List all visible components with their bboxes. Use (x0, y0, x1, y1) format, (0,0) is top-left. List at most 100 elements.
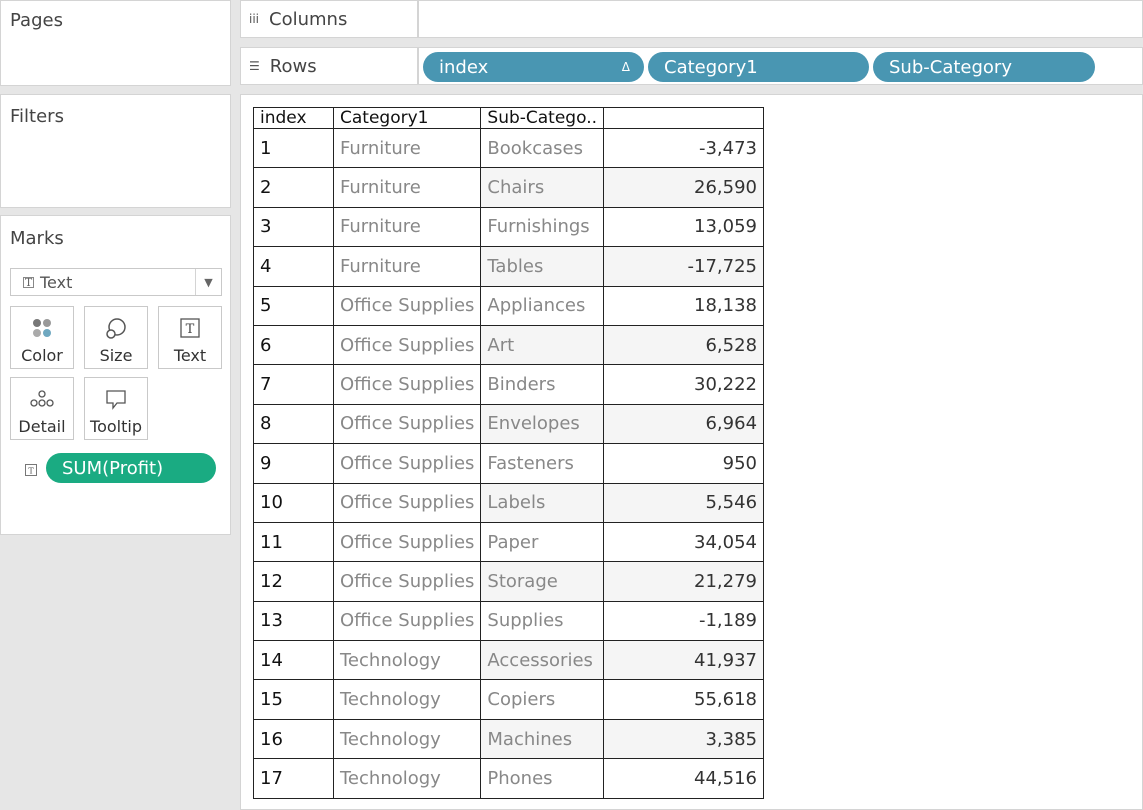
row-index-cell[interactable]: 3 (253, 206, 334, 248)
row-index-cell[interactable]: 11 (253, 521, 334, 563)
row-category-cell[interactable]: Office Supplies (332, 364, 482, 405)
rows-shelf-label: ☰ Rows (240, 47, 418, 85)
sum-profit-pill[interactable]: SUM(Profit) (46, 453, 216, 483)
row-category-cell[interactable]: Office Supplies (332, 285, 482, 326)
row-sub-category-cell[interactable]: Bookcases (480, 127, 605, 169)
row-category-cell[interactable]: Technology (332, 640, 482, 681)
header-value (603, 107, 765, 129)
row-sub-category-cell[interactable]: Machines (480, 718, 605, 760)
row-index-cell[interactable]: 17 (253, 758, 334, 799)
row-profit-cell[interactable]: 30,222 (603, 364, 765, 405)
row-profit-cell[interactable]: 6,528 (603, 324, 765, 366)
row-index-cell[interactable]: 10 (253, 482, 334, 523)
text-button[interactable]: T Text (158, 306, 222, 369)
row-profit-cell[interactable]: 21,279 (603, 561, 765, 602)
marks-title: Marks (10, 228, 64, 249)
filters-shelf[interactable]: Filters (0, 94, 231, 208)
row-sub-category-cell[interactable]: Fasteners (480, 443, 605, 484)
category1-pill[interactable]: Category1 (648, 52, 869, 82)
row-category-cell[interactable]: Office Supplies (332, 482, 482, 523)
row-sub-category-cell[interactable]: Labels (480, 482, 605, 523)
row-index-cell[interactable]: 12 (253, 561, 334, 602)
row-profit-cell[interactable]: 950 (603, 443, 765, 484)
row-index-cell[interactable]: 15 (253, 679, 334, 720)
header-row: index Category1 Sub-Catego.. (253, 107, 765, 129)
row-category-cell[interactable]: Office Supplies (332, 521, 482, 563)
row-category-cell[interactable]: Technology (332, 718, 482, 760)
row-category-cell[interactable]: Furniture (332, 246, 482, 287)
row-category-cell[interactable]: Technology (332, 679, 482, 720)
mark-type-dropdown[interactable]: T Text ▼ (10, 268, 222, 296)
detail-icon (11, 388, 73, 410)
row-sub-category-cell[interactable]: Binders (480, 364, 605, 405)
row-index-cell[interactable]: 13 (253, 600, 334, 642)
row-category-cell[interactable]: Office Supplies (332, 600, 482, 642)
row-profit-cell[interactable]: 5,546 (603, 482, 765, 523)
row-sub-category-cell[interactable]: Supplies (480, 600, 605, 642)
delta-icon: Δ (621, 60, 630, 74)
row-profit-cell[interactable]: -1,189 (603, 600, 765, 642)
row-profit-cell[interactable]: 41,937 (603, 640, 765, 681)
tooltip-button[interactable]: Tooltip (84, 377, 148, 440)
table-row: 14 Technology Accessories 41,937 (253, 640, 765, 681)
row-index-cell[interactable]: 1 (253, 127, 334, 169)
row-sub-category-cell[interactable]: Furnishings (480, 206, 605, 248)
header-sub-category[interactable]: Sub-Catego.. (480, 107, 605, 129)
row-sub-category-cell[interactable]: Phones (480, 758, 605, 799)
row-index-cell[interactable]: 5 (253, 285, 334, 326)
row-index-cell[interactable]: 2 (253, 167, 334, 208)
row-index-cell[interactable]: 16 (253, 718, 334, 760)
row-category-cell[interactable]: Furniture (332, 206, 482, 248)
chevron-down-icon[interactable]: ▼ (195, 269, 221, 295)
pages-shelf[interactable]: Pages (0, 0, 231, 86)
header-category1[interactable]: Category1 (332, 107, 482, 129)
row-category-cell[interactable]: Office Supplies (332, 443, 482, 484)
row-index-cell[interactable]: 9 (253, 443, 334, 484)
row-profit-cell[interactable]: 26,590 (603, 167, 765, 208)
row-sub-category-cell[interactable]: Paper (480, 521, 605, 563)
color-button[interactable]: Color (10, 306, 74, 369)
table-row: 6 Office Supplies Art 6,528 (253, 324, 765, 366)
table-body: 1 Furniture Bookcases -3,473 2 Furniture Chair… (253, 127, 765, 799)
row-profit-cell[interactable]: -3,473 (603, 127, 765, 169)
sub-category-pill[interactable]: Sub-Category (873, 52, 1095, 82)
row-profit-cell[interactable]: 55,618 (603, 679, 765, 720)
row-profit-cell[interactable]: 13,059 (603, 206, 765, 248)
row-index-cell[interactable]: 14 (253, 640, 334, 681)
index-pill[interactable]: index Δ (423, 52, 644, 82)
table-row: 16 Technology Machines 3,385 (253, 718, 765, 760)
row-sub-category-cell[interactable]: Tables (480, 246, 605, 287)
row-profit-cell[interactable]: 34,054 (603, 521, 765, 563)
row-sub-category-cell[interactable]: Chairs (480, 167, 605, 208)
row-profit-cell[interactable]: 18,138 (603, 285, 765, 326)
row-sub-category-cell[interactable]: Copiers (480, 679, 605, 720)
columns-shelf[interactable] (418, 0, 1143, 38)
size-button[interactable]: Size (84, 306, 148, 369)
columns-icon: iii (249, 12, 260, 26)
rows-shelf[interactable]: index Δ Category1 Sub-Category (418, 47, 1143, 85)
row-sub-category-cell[interactable]: Envelopes (480, 403, 605, 445)
row-sub-category-cell[interactable]: Accessories (480, 640, 605, 681)
tooltip-label: Tooltip (90, 417, 142, 436)
row-sub-category-cell[interactable]: Art (480, 324, 605, 366)
row-category-cell[interactable]: Office Supplies (332, 403, 482, 445)
header-index[interactable]: index (253, 107, 334, 129)
columns-label: Columns (269, 8, 348, 30)
row-index-cell[interactable]: 4 (253, 246, 334, 287)
row-profit-cell[interactable]: -17,725 (603, 246, 765, 287)
row-profit-cell[interactable]: 44,516 (603, 758, 765, 799)
row-sub-category-cell[interactable]: Storage (480, 561, 605, 602)
row-category-cell[interactable]: Furniture (332, 127, 482, 169)
row-category-cell[interactable]: Office Supplies (332, 324, 482, 366)
text-encoding-icon: T (25, 461, 37, 480)
detail-button[interactable]: Detail (10, 377, 74, 440)
row-category-cell[interactable]: Office Supplies (332, 561, 482, 602)
row-sub-category-cell[interactable]: Appliances (480, 285, 605, 326)
row-profit-cell[interactable]: 3,385 (603, 718, 765, 760)
row-index-cell[interactable]: 8 (253, 403, 334, 445)
row-profit-cell[interactable]: 6,964 (603, 403, 765, 445)
row-category-cell[interactable]: Technology (332, 758, 482, 799)
row-index-cell[interactable]: 7 (253, 364, 334, 405)
row-category-cell[interactable]: Furniture (332, 167, 482, 208)
row-index-cell[interactable]: 6 (253, 324, 334, 366)
